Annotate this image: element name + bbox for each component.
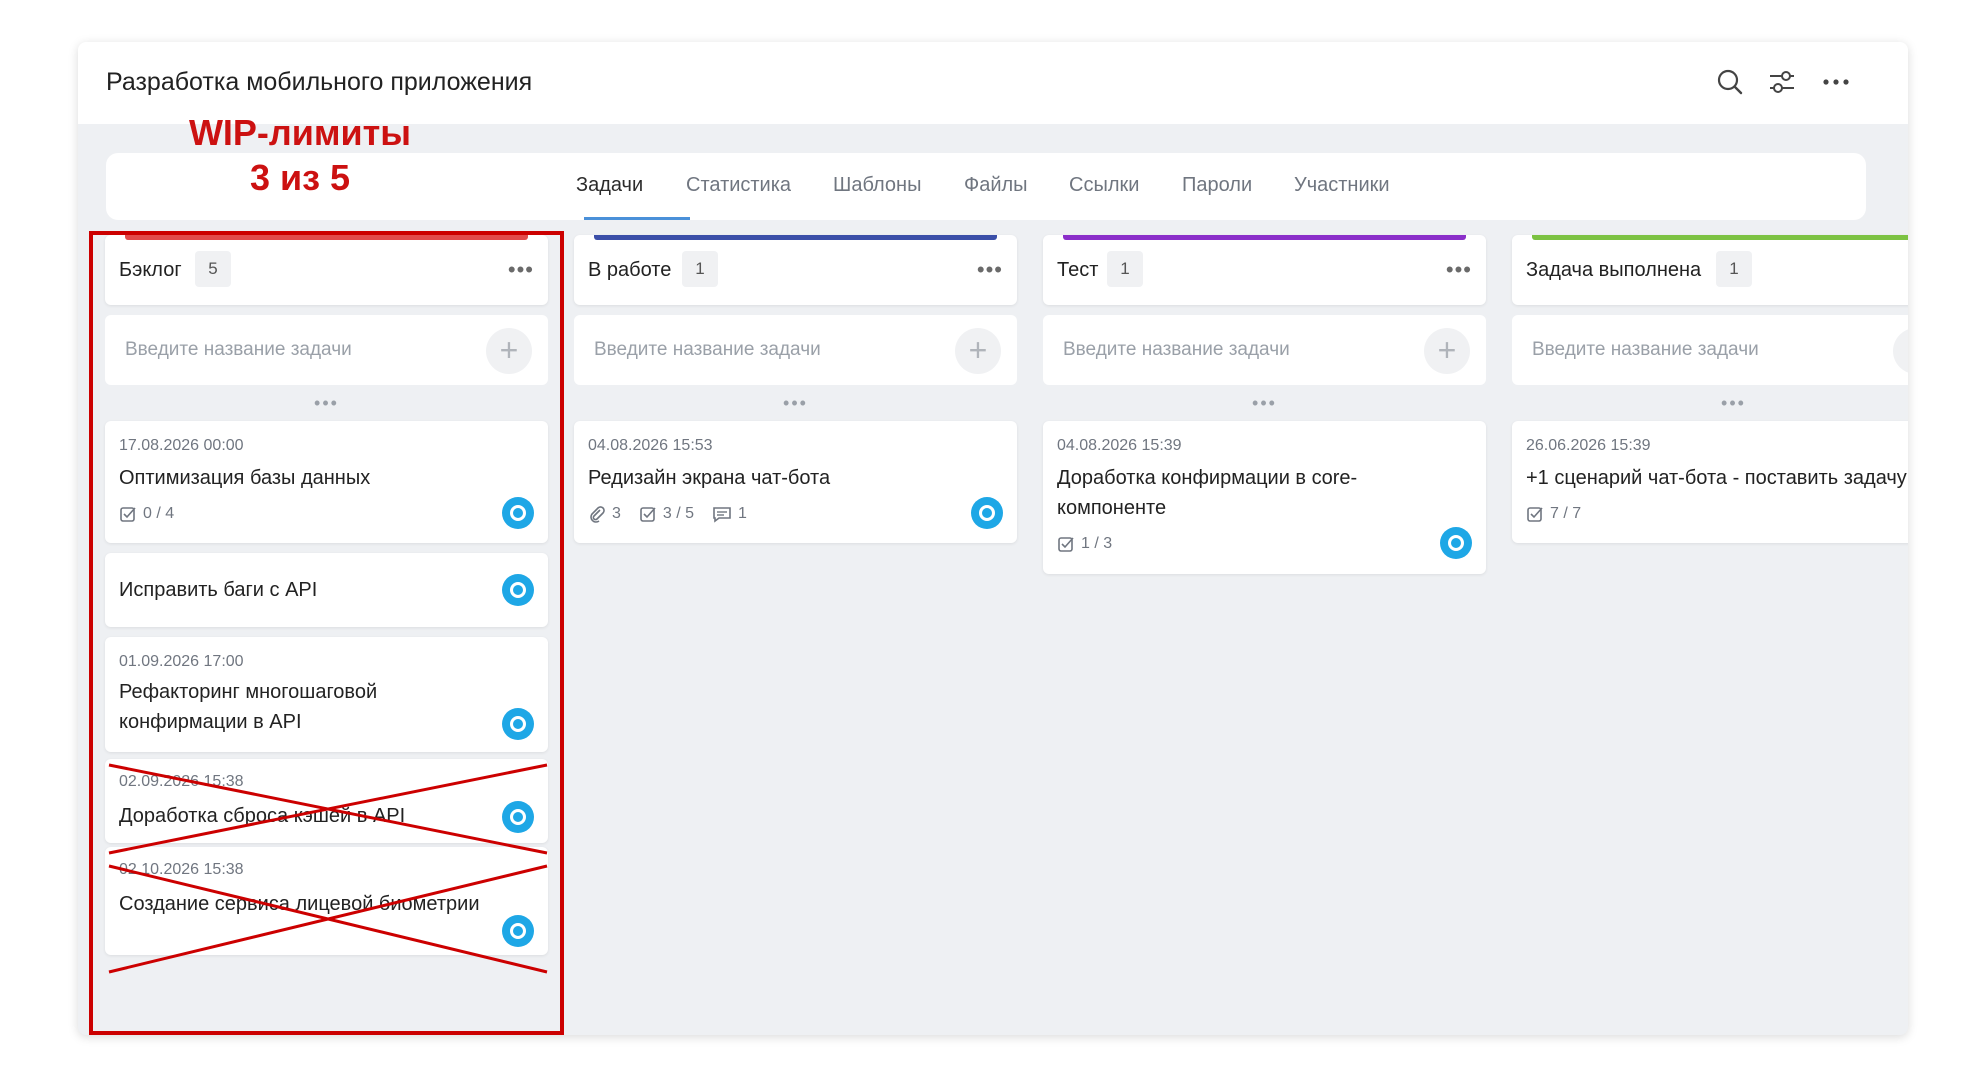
- more-icon[interactable]: [1818, 64, 1854, 100]
- new-task-field[interactable]: Введите название задачи +: [1043, 315, 1486, 385]
- attachment-count: 3: [612, 505, 621, 522]
- wip-limit-annotation-count: 3 из 5: [249, 157, 351, 198]
- tab-files[interactable]: Файлы: [964, 174, 1028, 197]
- checklist-count: 1 / 3: [1081, 535, 1113, 552]
- checklist-icon: [1058, 537, 1074, 552]
- column-color-stripe: [594, 235, 997, 240]
- drag-handle-icon[interactable]: •••: [574, 385, 1017, 421]
- attachment-icon: [590, 506, 605, 523]
- drag-handle-icon[interactable]: •••: [1043, 385, 1486, 421]
- card-title: Доработка конфирмации в core-компоненте: [1057, 467, 1358, 519]
- assignee-avatar[interactable]: [1440, 527, 1472, 559]
- checklist-count: 3 / 5: [662, 505, 695, 522]
- tab-tasks[interactable]: Задачи: [576, 174, 643, 197]
- cross-out-mark: [108, 763, 548, 855]
- comment-icon: [713, 507, 731, 523]
- new-task-field[interactable]: Введите название задачи +: [574, 315, 1017, 385]
- new-task-placeholder: Введите название задачи: [1532, 339, 1759, 360]
- page-title: Разработка мобильного приложения: [106, 68, 533, 96]
- task-card[interactable]: 26.06.2026 15:39 +1 сценарий чат-бота - …: [1512, 421, 1908, 543]
- tab-passwords[interactable]: Пароли: [1182, 174, 1252, 197]
- task-card[interactable]: 04.08.2026 15:53 Редизайн экрана чат-бот…: [574, 421, 1017, 543]
- add-task-plus-icon[interactable]: +: [955, 328, 1001, 374]
- card-meta: 3 3 / 5 1: [588, 505, 747, 523]
- column-more-icon[interactable]: •••: [1446, 257, 1472, 283]
- column-header: Задача выполнена 1: [1512, 235, 1908, 305]
- checklist-icon: [1527, 507, 1543, 522]
- tab-links[interactable]: Ссылки: [1069, 174, 1139, 197]
- tab-participants[interactable]: Участники: [1294, 174, 1390, 197]
- column-name: Тест: [1057, 259, 1099, 281]
- new-task-placeholder: Введите название задачи: [1063, 339, 1290, 360]
- tab-statistics[interactable]: Статистика: [686, 174, 791, 197]
- cross-out-mark: [108, 864, 548, 974]
- add-task-plus-icon[interactable]: +: [1893, 328, 1908, 374]
- add-task-plus-icon[interactable]: +: [1424, 328, 1470, 374]
- column-done: Задача выполнена 1 Введите название зада…: [1512, 235, 1908, 553]
- task-card[interactable]: 04.08.2026 15:39 Доработка конфирмации в…: [1043, 421, 1486, 574]
- checklist-icon: [640, 507, 656, 522]
- card-date: 04.08.2026 15:53: [588, 437, 713, 454]
- filter-settings-icon[interactable]: [1764, 64, 1800, 100]
- column-color-stripe: [1063, 235, 1466, 240]
- new-task-placeholder: Введите название задачи: [594, 339, 821, 360]
- column-test: Тест 1 ••• Введите название задачи + •••…: [1043, 235, 1486, 584]
- column-name: Задача выполнена: [1526, 259, 1702, 281]
- card-date: 04.08.2026 15:39: [1057, 437, 1182, 454]
- card-meta: 1 / 3: [1057, 535, 1112, 553]
- comment-count: 1: [738, 505, 747, 522]
- new-task-field[interactable]: Введите название задачи +: [1512, 315, 1908, 385]
- column-count-badge: 1: [1716, 251, 1752, 287]
- search-icon[interactable]: [1712, 64, 1748, 100]
- assignee-avatar[interactable]: [971, 497, 1003, 529]
- checklist-count: 7 / 7: [1550, 505, 1582, 522]
- column-count-badge: 1: [682, 251, 718, 287]
- column-in-progress: В работе 1 ••• Введите название задачи +…: [574, 235, 1017, 553]
- card-title: +1 сценарий чат-бота - поставить задачу: [1526, 467, 1907, 489]
- column-header: В работе 1 •••: [574, 235, 1017, 305]
- drag-handle-icon[interactable]: •••: [1512, 385, 1908, 421]
- column-count-badge: 1: [1107, 251, 1143, 287]
- column-color-stripe: [1532, 235, 1908, 240]
- tab-templates[interactable]: Шаблоны: [833, 174, 921, 197]
- column-name: В работе: [588, 259, 672, 281]
- column-more-icon[interactable]: •••: [977, 257, 1003, 283]
- active-tab-indicator: [584, 217, 690, 220]
- wip-limit-annotation-title: WIP-лимиты: [188, 112, 412, 153]
- card-date: 26.06.2026 15:39: [1526, 437, 1651, 454]
- column-header: Тест 1 •••: [1043, 235, 1486, 305]
- card-title: Редизайн экрана чат-бота: [588, 467, 831, 489]
- card-meta: 7 / 7: [1526, 505, 1581, 523]
